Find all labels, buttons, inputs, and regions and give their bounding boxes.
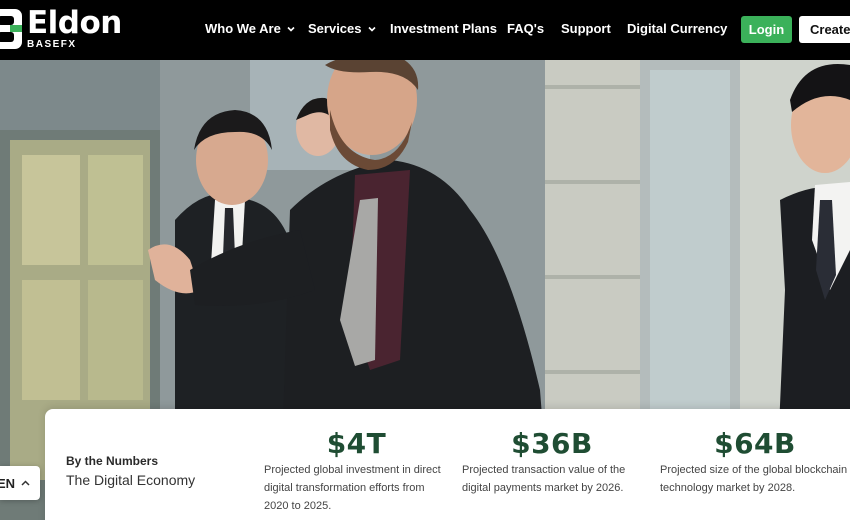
language-selector[interactable]: EN (0, 466, 40, 500)
stats-card: By the Numbers The Digital Economy $4T P… (45, 409, 850, 520)
stat-value: $36B (511, 427, 593, 460)
nav-item-label: Digital Currency (627, 21, 728, 36)
nav-item-label: Support (561, 21, 611, 36)
nav-item-label: Who We Are (205, 21, 281, 36)
stat-item: $4T Projected global investment in direc… (264, 427, 449, 515)
nav-item-support[interactable]: Support (561, 21, 611, 36)
nav-item-label: Services (308, 21, 362, 36)
stats-subtitle: The Digital Economy (66, 472, 196, 488)
nav-item-services[interactable]: Services (308, 21, 376, 36)
stat-description: Projected transaction value of the digit… (462, 464, 626, 494)
stat-item: $36B Projected transaction value of the … (462, 427, 642, 497)
stat-value: $4T (326, 427, 387, 460)
nav-item-investment-plans[interactable]: Investment Plans (390, 21, 497, 36)
stat-description: Projected size of the global blockchain … (660, 464, 848, 494)
stats-heading: By the Numbers (66, 454, 159, 468)
nav-item-label: Investment Plans (390, 21, 497, 36)
brand-name: Eldon (27, 5, 122, 41)
create-account-button[interactable]: Create A (799, 16, 850, 43)
chevron-up-icon (21, 479, 30, 486)
nav-item-faqs[interactable]: FAQ's (507, 21, 544, 36)
top-navbar: Eldon BASEFX Who We Are Services Investm… (0, 0, 850, 60)
nav-item-digital-currency[interactable]: Digital Currency (627, 21, 727, 36)
nav-item-label: FAQ's (507, 21, 545, 36)
stat-description: Projected global investment in direct di… (264, 464, 441, 512)
logo-mark-icon (0, 9, 22, 49)
language-code: EN (0, 475, 16, 491)
login-button[interactable]: Login (741, 16, 792, 43)
chevron-down-icon (367, 26, 376, 32)
stat-item: $64B Projected size of the global blockc… (660, 427, 850, 497)
stat-value: $64B (714, 427, 796, 460)
chevron-down-icon (287, 26, 295, 32)
nav-item-who-we-are[interactable]: Who We Are (205, 21, 295, 36)
brand-subtitle: BASEFX (27, 39, 77, 50)
